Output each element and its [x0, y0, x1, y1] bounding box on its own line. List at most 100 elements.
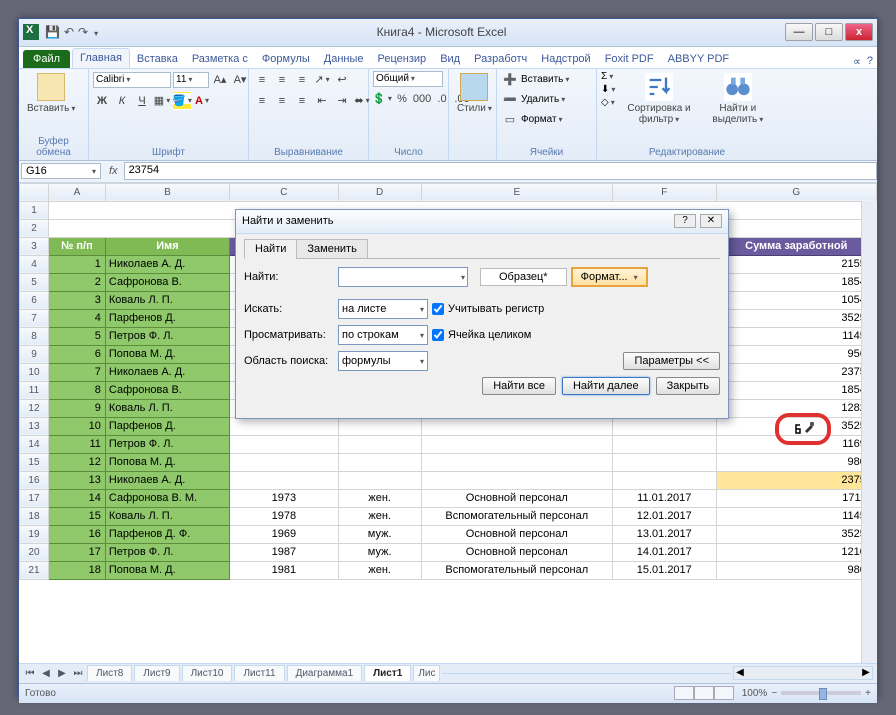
borders-icon[interactable]: ▦: [153, 92, 171, 110]
whole-cell-checkbox[interactable]: Ячейка целиком: [432, 329, 531, 341]
cell[interactable]: 1987: [230, 543, 339, 561]
styles-button[interactable]: Стили: [453, 71, 496, 116]
col-header[interactable]: E: [421, 183, 612, 201]
format-cells-icon[interactable]: ▭: [501, 111, 519, 129]
row-header[interactable]: 5: [20, 273, 49, 291]
cell[interactable]: 5: [48, 327, 105, 345]
cell[interactable]: Николаев А. Д.: [105, 255, 229, 273]
table-header-cell[interactable]: Имя: [105, 237, 229, 255]
align-top-icon[interactable]: ≡: [253, 71, 271, 89]
cell[interactable]: [421, 435, 612, 453]
insert-cells-icon[interactable]: ➕: [501, 71, 519, 89]
tab-view[interactable]: Вид: [433, 50, 467, 68]
cell[interactable]: [613, 417, 717, 435]
row-header[interactable]: 20: [20, 543, 49, 561]
find-all-button[interactable]: Найти все: [482, 377, 556, 395]
col-header[interactable]: F: [613, 183, 717, 201]
row-header[interactable]: 18: [20, 507, 49, 525]
file-tab[interactable]: Файл: [23, 50, 70, 68]
tab-insert[interactable]: Вставка: [130, 50, 185, 68]
cell[interactable]: 18546: [716, 381, 876, 399]
cell[interactable]: Петров Ф. Л.: [105, 543, 229, 561]
row-header[interactable]: 14: [20, 435, 49, 453]
cell[interactable]: [338, 471, 421, 489]
cell[interactable]: 15: [48, 507, 105, 525]
cell[interactable]: [230, 453, 339, 471]
zoom-slider[interactable]: [781, 691, 861, 695]
undo-icon[interactable]: ↶: [64, 25, 74, 39]
indent-inc-icon[interactable]: ⇥: [333, 92, 351, 110]
cell[interactable]: [338, 417, 421, 435]
cell[interactable]: 15.01.2017: [613, 561, 717, 579]
align-bot-icon[interactable]: ≡: [293, 71, 311, 89]
hscroll-left-icon[interactable]: ◀: [734, 667, 746, 679]
sheet-tab[interactable]: Лис: [413, 665, 440, 681]
cell[interactable]: 9564: [716, 345, 876, 363]
search-by-select[interactable]: по строкам: [338, 325, 428, 345]
tab-nav-prev-icon[interactable]: ◀: [39, 668, 53, 679]
row-header[interactable]: 19: [20, 525, 49, 543]
cell[interactable]: 18: [48, 561, 105, 579]
cell[interactable]: Николаев А. Д.: [105, 471, 229, 489]
cell[interactable]: 1981: [230, 561, 339, 579]
col-header[interactable]: G: [716, 183, 876, 201]
cell[interactable]: 10546: [716, 291, 876, 309]
zoom-level[interactable]: 100%: [742, 688, 768, 699]
font-size-select[interactable]: 11: [173, 72, 209, 88]
cell[interactable]: 23754: [716, 471, 876, 489]
insert-cells-button[interactable]: Вставить: [521, 74, 569, 85]
delete-cells-button[interactable]: Удалить: [521, 94, 565, 105]
dialog-help-button[interactable]: ?: [674, 214, 696, 228]
cell[interactable]: 9800: [716, 561, 876, 579]
cell[interactable]: [421, 453, 612, 471]
cell[interactable]: 1978: [230, 507, 339, 525]
bold-icon[interactable]: Ж: [93, 92, 111, 110]
paste-button[interactable]: Вставить: [23, 71, 79, 116]
align-right-icon[interactable]: ≡: [293, 92, 311, 110]
cell[interactable]: жен.: [338, 489, 421, 507]
fx-icon[interactable]: fx: [103, 165, 124, 177]
cell[interactable]: [230, 417, 339, 435]
cell[interactable]: жен.: [338, 507, 421, 525]
table-header-cell[interactable]: № п/п: [48, 237, 105, 255]
tab-foxit[interactable]: Foxit PDF: [598, 50, 661, 68]
cell[interactable]: 7: [48, 363, 105, 381]
cell[interactable]: 12102: [716, 543, 876, 561]
sheet-tab[interactable]: Лист1: [364, 665, 411, 681]
cell[interactable]: 11.01.2017: [613, 489, 717, 507]
font-color-icon[interactable]: A: [193, 92, 211, 110]
find-input[interactable]: [338, 267, 468, 287]
tab-home[interactable]: Главная: [72, 48, 130, 68]
redo-icon[interactable]: ↷: [78, 25, 88, 39]
cell[interactable]: Сафронова В.: [105, 381, 229, 399]
row-header[interactable]: 21: [20, 561, 49, 579]
row-header[interactable]: 13: [20, 417, 49, 435]
row-header[interactable]: 7: [20, 309, 49, 327]
cell[interactable]: 6: [48, 345, 105, 363]
vertical-scrollbar[interactable]: [861, 201, 877, 663]
cell[interactable]: Попова М. Д.: [105, 453, 229, 471]
row-header[interactable]: 17: [20, 489, 49, 507]
cell[interactable]: Попова М. Д.: [105, 561, 229, 579]
cell[interactable]: 12: [48, 453, 105, 471]
hscroll-right-icon[interactable]: ▶: [860, 667, 872, 679]
autosum-button[interactable]: Σ: [601, 71, 613, 82]
row-header[interactable]: 12: [20, 399, 49, 417]
cell[interactable]: 10: [48, 417, 105, 435]
tab-layout[interactable]: Разметка с: [185, 50, 255, 68]
cell[interactable]: 11456: [716, 507, 876, 525]
tab-data[interactable]: Данные: [317, 50, 371, 68]
row-header[interactable]: 11: [20, 381, 49, 399]
cell[interactable]: 1973: [230, 489, 339, 507]
tab-nav-last-icon[interactable]: ⏭: [71, 668, 85, 679]
cell[interactable]: 3: [48, 291, 105, 309]
table-header-cell[interactable]: Сумма заработной: [716, 237, 876, 255]
close-button[interactable]: x: [845, 23, 873, 41]
cell[interactable]: 13.01.2017: [613, 525, 717, 543]
row-header[interactable]: 1: [20, 201, 49, 219]
sheet-tab[interactable]: Диаграмма1: [287, 665, 363, 681]
cell[interactable]: Попова М. Д.: [105, 345, 229, 363]
cell[interactable]: [613, 453, 717, 471]
cell[interactable]: Коваль Л. П.: [105, 507, 229, 525]
cell[interactable]: Сафронова В.: [105, 273, 229, 291]
